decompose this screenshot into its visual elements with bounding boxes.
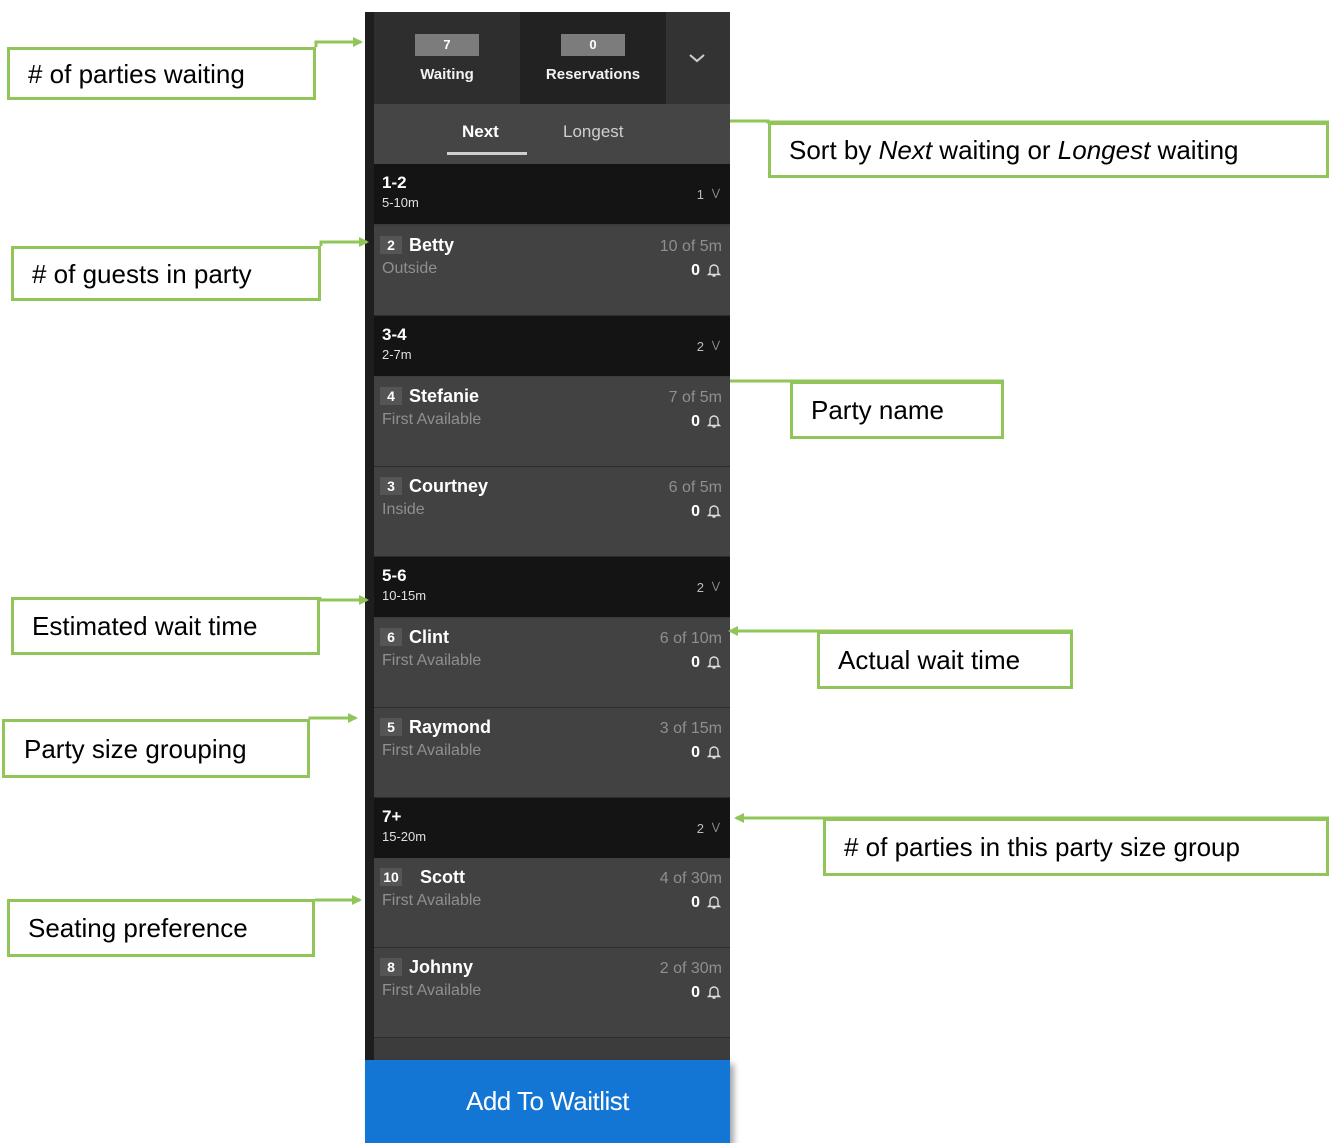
callout-arrows — [308, 37, 1329, 905]
